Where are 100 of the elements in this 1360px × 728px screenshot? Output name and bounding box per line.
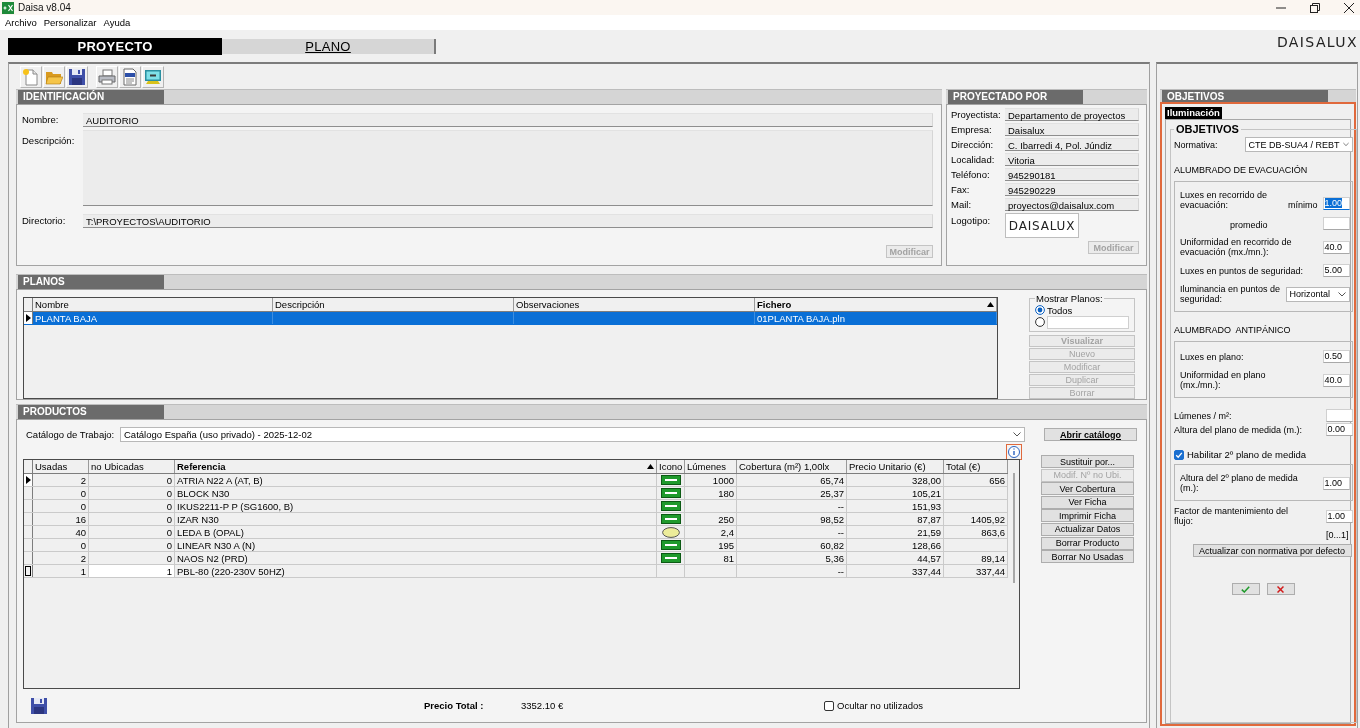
table-cell: 0 (89, 526, 175, 538)
scrollbar[interactable] (1012, 473, 1015, 583)
dropdown[interactable]: Horizontal (1285, 286, 1350, 302)
company-logo: DAISALUX (1005, 213, 1079, 238)
restore-icon[interactable] (1310, 2, 1320, 13)
sort-arrow-icon[interactable] (987, 302, 994, 307)
open-catalog-button[interactable]: Abrir catálogo (1044, 428, 1137, 441)
input-field[interactable]: 945290229 (1005, 183, 1139, 196)
table-cell: 60,82 (737, 539, 847, 551)
action-button[interactable]: Actualizar Datos (1041, 522, 1134, 536)
action-button[interactable]: Ver Cobertura (1041, 482, 1134, 496)
field-label: Factor de mantenimiento del flujo: (1174, 506, 1290, 526)
field-label: Catálogo de Trabajo: (26, 429, 116, 440)
menu-item[interactable]: Archivo (2, 15, 40, 30)
row-selector[interactable] (24, 565, 33, 577)
column-header[interactable]: Lúmenes (685, 460, 737, 473)
section-heading: ALUMBRADO ANTIPÁNICO (1174, 325, 1292, 335)
cancel-button[interactable] (1266, 583, 1295, 595)
row-selector[interactable] (24, 474, 33, 486)
action-button[interactable]: Sustituir por... (1041, 455, 1134, 468)
dropdown[interactable]: Catálogo España (uso privado) - 2025-12-02 (120, 427, 1025, 442)
menu-item[interactable]: Personalizar (40, 15, 100, 30)
group-title: OBJETIVOS (1175, 123, 1240, 135)
input-field[interactable]: 1.00 (1322, 476, 1350, 490)
menu-item[interactable]: Ayuda (100, 15, 134, 30)
column-header[interactable]: Cobertura (m²) 1,00lx (737, 460, 847, 473)
tab[interactable]: Iluminación (1165, 107, 1222, 119)
column-header[interactable]: Precio Unitario (€) (847, 460, 944, 473)
table-cell: 65,74 (737, 474, 847, 486)
input-field[interactable]: Departamento de proyectos (1005, 108, 1139, 121)
table-cell: 0 (33, 539, 89, 551)
preview-button[interactable] (142, 65, 164, 88)
input-field[interactable]: 945290181 (1005, 168, 1139, 181)
main-tab[interactable]: PLANO (222, 39, 436, 54)
input-field[interactable]: Daisalux (1005, 123, 1139, 136)
close-icon[interactable] (1344, 2, 1354, 13)
column-header[interactable]: Referencia (175, 460, 657, 473)
input-field[interactable]: 1.00 (1322, 197, 1350, 210)
export-button[interactable] (119, 65, 141, 88)
action-button[interactable]: Borrar Producto (1041, 536, 1134, 550)
column-header[interactable]: Observaciones (514, 298, 755, 311)
checkbox[interactable] (824, 700, 834, 711)
input-field[interactable] (1325, 409, 1353, 422)
column-header[interactable]: Usadas (33, 460, 89, 473)
field-label: Luxes en plano: (1180, 351, 1245, 362)
table-row[interactable]: PLANTA BAJA 01PLANTA BAJA.pln (24, 312, 997, 325)
table-cell: 863,6 (944, 526, 1008, 538)
dropdown[interactable]: CTE DB-SUA4 / REBT (1244, 137, 1353, 152)
table-cell: LINEAR N30 A (N) (175, 539, 657, 551)
accept-button[interactable] (1231, 583, 1260, 595)
chevron-down-icon[interactable] (1337, 291, 1346, 297)
input-field[interactable]: 1.00 (1325, 509, 1353, 523)
table-cell: 328,00 (847, 474, 944, 486)
checkbox-label: Habilitar 2º plano de medida (1187, 449, 1307, 460)
column-header[interactable]: no Ubicadas (89, 460, 175, 473)
input-field[interactable]: T:\PROYECTOS\AUDITORIO (83, 214, 933, 228)
sort-arrow-icon[interactable] (647, 464, 654, 469)
section-title: PLANOS (18, 275, 164, 289)
input-field[interactable]: 0.50 (1322, 350, 1350, 363)
checkbox[interactable] (1174, 449, 1184, 460)
field-label: Luxes en puntos de seguridad: (1180, 265, 1305, 276)
table-cell: 21,59 (847, 526, 944, 538)
print-button[interactable] (96, 65, 118, 88)
column-header[interactable]: Nombre (33, 298, 273, 311)
input-field[interactable] (1322, 217, 1350, 230)
input-field[interactable]: 0.00 (1325, 423, 1353, 436)
input-field[interactable]: proyectos@daisalux.com (1005, 198, 1139, 211)
table-cell: 40 (33, 526, 89, 538)
table-cell: BLOCK N30 (175, 487, 657, 499)
input-field[interactable]: 40.0 (1322, 373, 1350, 387)
input-field[interactable]: C. Ibarredi 4, Pol. Júndiz (1005, 138, 1139, 151)
table-cell: 0 (33, 500, 89, 512)
save-button[interactable] (66, 65, 88, 88)
column-header[interactable]: Descripción (273, 298, 514, 311)
column-header[interactable]: Icono (657, 460, 685, 473)
table-cell: 0 (33, 487, 89, 499)
input-field[interactable] (1047, 315, 1129, 329)
table-cell: -- (737, 500, 847, 512)
check-icon (1241, 585, 1251, 593)
radio-button[interactable] (1035, 305, 1045, 315)
table-cell: 1 (89, 565, 175, 577)
reset-button[interactable]: Actualizar con normativa por defecto (1192, 544, 1352, 557)
action-button[interactable]: Ver Ficha (1041, 495, 1134, 509)
column-header[interactable]: Total (€) (944, 460, 1008, 473)
action-button[interactable]: Borrar No Usadas (1041, 550, 1134, 564)
field-label: Dirección: (951, 138, 995, 150)
radio-button[interactable] (1035, 317, 1045, 327)
row-pointer-icon (25, 314, 31, 322)
column-header[interactable]: Fichero (755, 298, 997, 311)
action-button[interactable]: Imprimir Ficha (1041, 509, 1134, 523)
input-field[interactable]: Vitoria (1005, 153, 1139, 166)
new-button[interactable] (20, 65, 42, 88)
input-field[interactable]: 5.00 (1322, 264, 1350, 277)
input-field[interactable]: AUDITORIO (83, 113, 933, 127)
chevron-down-icon[interactable] (1013, 432, 1021, 437)
table-cell: 1405,92 (944, 513, 1008, 525)
input-field[interactable]: 40.0 (1322, 240, 1350, 254)
main-tab[interactable]: PROYECTO (8, 38, 222, 55)
table-cell: 151,93 (847, 500, 944, 512)
info-icon[interactable] (1006, 444, 1022, 460)
